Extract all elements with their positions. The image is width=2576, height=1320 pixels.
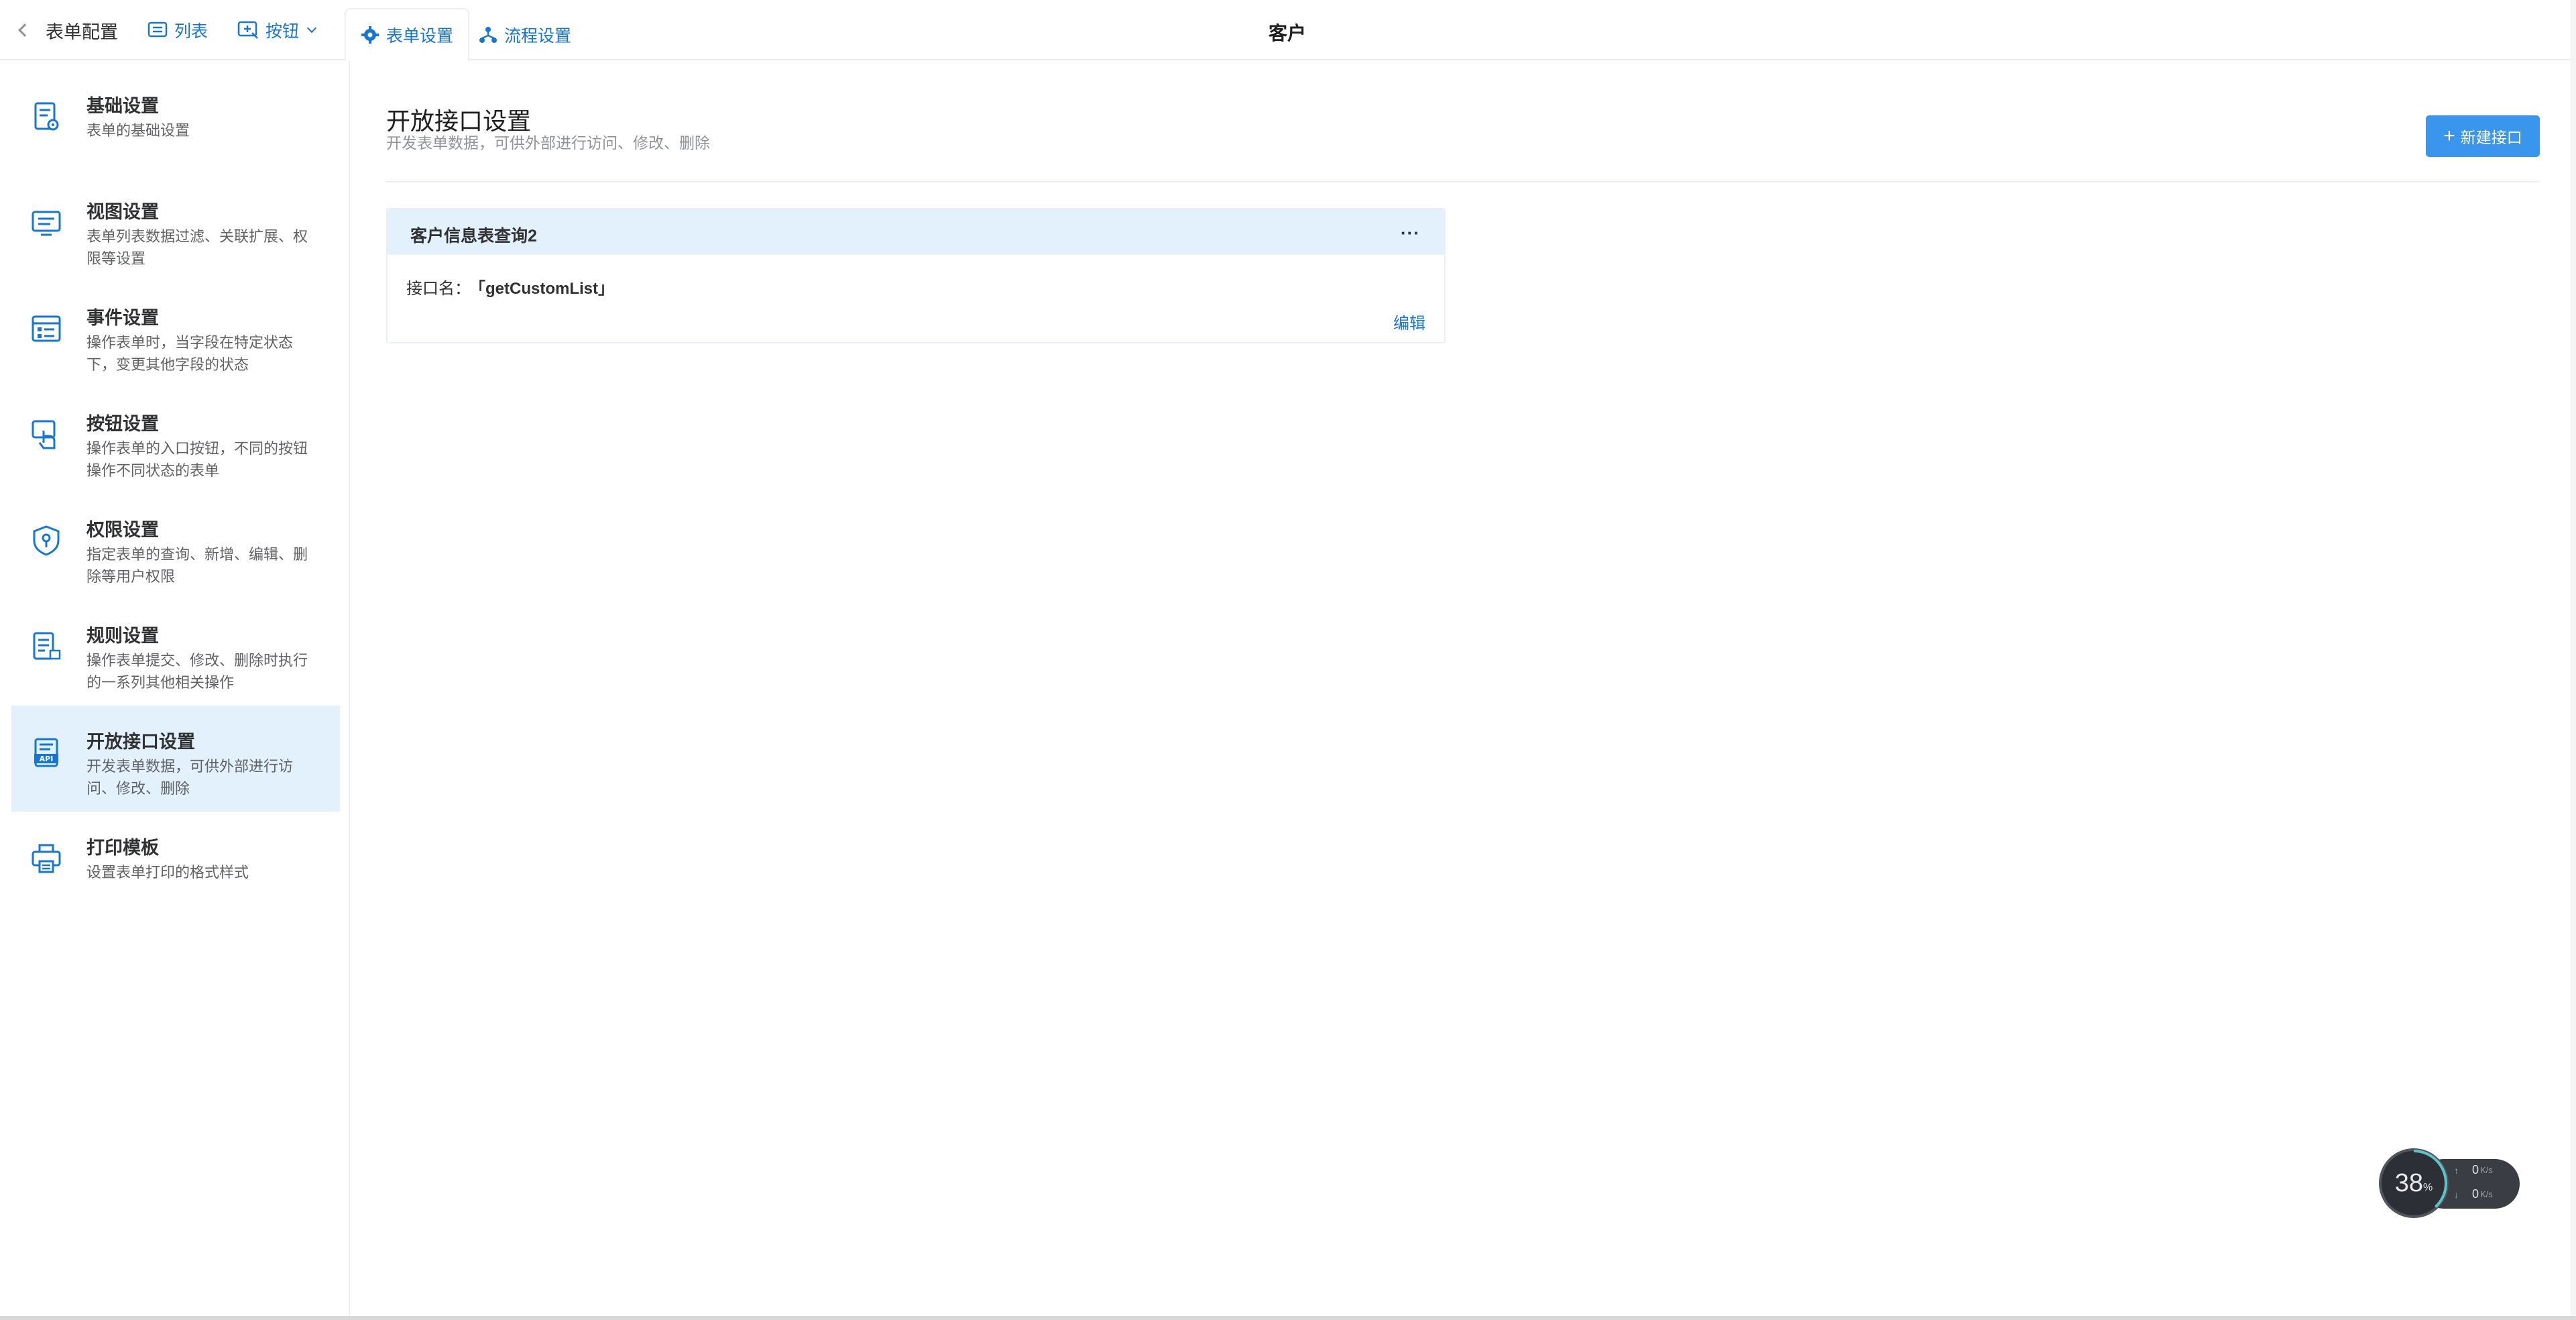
sidebar-item-title: 打印模板 (86, 838, 159, 858)
sidebar-item-desc: 表单的基础设置 (86, 122, 190, 139)
event-icon (32, 315, 61, 342)
sidebar-item-title: 视图设置 (86, 202, 159, 222)
sidebar-item-title: 开放接口设置 (86, 732, 195, 752)
sidebar-item-basic-settings[interactable]: 基础设置 表单的基础设置 (11, 70, 340, 176)
flow-icon (479, 27, 497, 43)
tab-form-settings[interactable]: 表单设置 (345, 8, 470, 62)
sidebar-item-desc: 开发表单数据，可供外部进行访问、修改、删除 (86, 758, 294, 797)
plus-icon: + (2443, 125, 2455, 147)
download-arrow-icon: ↓ (2454, 1189, 2459, 1200)
sidebar-item-desc: 设置表单打印的格式样式 (86, 864, 249, 881)
sidebar-item-title: 权限设置 (86, 520, 159, 540)
button-dropdown[interactable]: 按钮 (237, 18, 317, 42)
page-title: 客户 (1268, 23, 1306, 44)
new-interface-button[interactable]: + 新建接口 (2426, 115, 2540, 157)
api-name-field: 接口名： 「getCustomList」 (406, 275, 614, 298)
upload-arrow-icon: ↑ (2454, 1164, 2459, 1176)
shield-icon (33, 525, 60, 556)
chevron-left-icon (18, 23, 32, 37)
section-divider (386, 181, 2540, 182)
list-icon (148, 21, 168, 38)
sidebar-item-permission-settings[interactable]: 权限设置 指定表单的查询、新增、编辑、删除等用户权限 (11, 494, 340, 600)
more-options-icon[interactable]: ··· (1401, 223, 1420, 243)
list-button[interactable]: 列表 (148, 18, 208, 42)
sidebar-item-desc: 操作表单提交、修改、删除时执行的一系列其他相关操作 (86, 652, 308, 691)
sidebar: 基础设置 表单的基础设置 视图设置 表单列表数据过滤、关联扩展、权限等设置 事件… (0, 60, 350, 1320)
chevron-down-icon (306, 23, 317, 34)
top-bar: 表单配置 列表 按钮 表单设置 流程设置 客户 (0, 0, 2576, 62)
usage-percent-unit: % (2423, 1182, 2433, 1193)
upload-unit: K/s (2480, 1165, 2493, 1175)
api-name-label: 接口名： (406, 280, 471, 298)
api-name-value: 「getCustomList」 (477, 280, 614, 298)
main-content: 开放接口设置 开发表单数据，可供外部进行访问、修改、删除 + 新建接口 客户信息… (351, 62, 2576, 1320)
sidebar-item-title: 按钮设置 (86, 414, 159, 434)
api-card: 客户信息表查询2 ··· 接口名： 「getCustomList」 编辑 (386, 208, 1446, 343)
usage-percent-value: 38 (2394, 1168, 2424, 1197)
tab-label: 表单设置 (386, 27, 454, 46)
hand-click-icon (32, 420, 56, 449)
top-toolbar: 表单配置 列表 按钮 (18, 0, 348, 60)
form-settings-icon (34, 102, 59, 131)
upload-value: 0 (2472, 1163, 2479, 1176)
upload-speed: ↑ 0 K/s (2454, 1163, 2493, 1177)
sidebar-item-title: 事件设置 (86, 308, 159, 328)
tab-label: 流程设置 (504, 27, 572, 46)
sidebar-item-rule-settings[interactable]: 规则设置 操作表单提交、修改、删除时执行的一系列其他相关操作 (11, 600, 340, 706)
window-scrollbar[interactable] (2571, 0, 2576, 1320)
window-bottom-edge (0, 1316, 2576, 1320)
tab-flow-settings[interactable]: 流程设置 (464, 8, 586, 62)
back-label: 表单配置 (46, 21, 118, 42)
api-card-header: 客户信息表查询2 ··· (388, 209, 1444, 255)
sidebar-item-title: 规则设置 (86, 626, 159, 646)
sidebar-item-desc: 表单列表数据过滤、关联扩展、权限等设置 (86, 228, 308, 267)
add-button-icon (237, 21, 258, 39)
rules-icon (33, 632, 61, 660)
sidebar-item-title: 基础设置 (86, 96, 159, 116)
sidebar-item-view-settings[interactable]: 视图设置 表单列表数据过滤、关联扩展、权限等设置 (11, 176, 340, 282)
sidebar-item-event-settings[interactable]: 事件设置 操作表单时，当字段在特定状态下，变更其他字段的状态 (11, 282, 340, 388)
monitor-icon (32, 211, 61, 236)
printer-icon (32, 844, 61, 873)
api-icon: API (34, 738, 58, 767)
sidebar-item-desc: 操作表单的入口按钮，不同的按钮操作不同状态的表单 (86, 440, 308, 479)
network-monitor-widget[interactable]: 38% ↑ 0 K/s ↓ 0 K/s (2379, 1148, 2522, 1218)
download-value: 0 (2472, 1187, 2479, 1201)
sidebar-item-print-template[interactable]: 打印模板 设置表单打印的格式样式 (11, 812, 340, 918)
usage-percent: 38% (2379, 1148, 2449, 1218)
sidebar-item-desc: 指定表单的查询、新增、编辑、删除等用户权限 (86, 546, 308, 585)
sidebar-item-button-settings[interactable]: 按钮设置 操作表单的入口按钮，不同的按钮操作不同状态的表单 (11, 388, 340, 494)
sidebar-item-desc: 操作表单时，当字段在特定状态下，变更其他字段的状态 (86, 334, 294, 373)
sidebar-item-open-api-settings[interactable]: API 开放接口设置 开发表单数据，可供外部进行访问、修改、删除 (11, 706, 340, 812)
gear-icon (361, 26, 379, 44)
new-interface-label: 新建接口 (2460, 129, 2522, 146)
section-description: 开发表单数据，可供外部进行访问、修改、删除 (386, 134, 710, 152)
download-unit: K/s (2480, 1189, 2493, 1199)
download-speed: ↓ 0 K/s (2454, 1187, 2493, 1201)
api-card-title: 客户信息表查询2 (410, 227, 537, 245)
edit-link[interactable]: 编辑 (1393, 310, 1425, 333)
svg-text:API: API (40, 755, 54, 763)
button-label: 按钮 (266, 22, 300, 41)
list-label: 列表 (174, 22, 209, 41)
back-button[interactable]: 表单配置 (18, 17, 118, 44)
